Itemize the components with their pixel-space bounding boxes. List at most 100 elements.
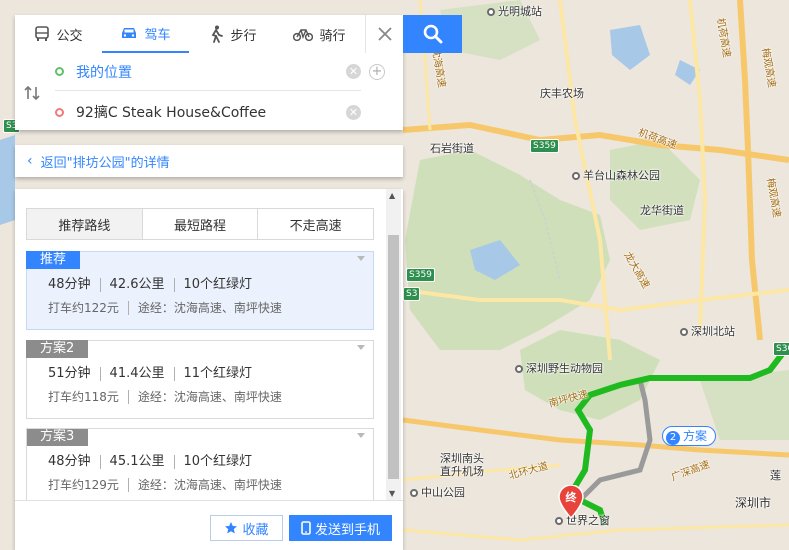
bike-icon: [293, 29, 314, 41]
poi-icon: [487, 8, 495, 16]
map-label-text: 中山公园: [421, 486, 465, 499]
add-waypoint-button[interactable]: +: [369, 63, 385, 80]
results-scrollbar[interactable]: ▲ ▼: [386, 189, 401, 500]
map-label-text: 光明城站: [498, 5, 542, 18]
plan-stats: 48分钟 42.6公里 10个红绿灯: [48, 278, 261, 292]
plan-badge: 方案3: [27, 429, 89, 446]
scroll-thumb[interactable]: [388, 235, 399, 479]
scroll-up-icon[interactable]: ▲: [389, 191, 395, 200]
poi-icon: [680, 328, 688, 336]
map-label: 石岩街道: [430, 142, 474, 155]
plan-distance: 42.6公里: [99, 278, 174, 292]
map-label: 莲: [770, 469, 781, 482]
plan-distance: 41.4公里: [99, 367, 174, 381]
map-label: 深圳市: [735, 496, 772, 510]
chevron-left-icon: ‹: [27, 153, 33, 169]
route-strategy-tabs: 推荐路线 最短路程 不走高速: [26, 208, 374, 240]
send-label: 发送到手机: [314, 522, 380, 538]
map-label: 深圳南头直升机场: [440, 452, 484, 478]
tab-label: 驾车: [144, 27, 171, 43]
plan-time: 48分钟: [48, 277, 91, 292]
plan-traffic-lights: 10个红绿灯: [173, 455, 262, 469]
plan-badge: 方案2: [26, 340, 89, 358]
route-search-panel: 公交 驾车 步行 骑行 我的位置 ✕ + 92摛C Steak House&Co…: [15, 15, 403, 130]
route-end-marker[interactable]: 终: [558, 484, 584, 520]
star-icon: [225, 522, 238, 534]
tab-recommended[interactable]: 推荐路线: [27, 209, 142, 239]
expand-caret-icon[interactable]: [357, 433, 365, 438]
map-label: 龙华街道: [640, 204, 684, 217]
search-button[interactable]: [403, 15, 462, 53]
tab-label: 骑行: [319, 28, 346, 44]
plan-taxi-fare: 打车约122元: [48, 301, 119, 315]
results-action-bar: 收藏 发送到手机: [15, 500, 403, 550]
map-label-text: 深圳北站: [691, 325, 735, 338]
plan-traffic-lights: 10个红绿灯: [173, 278, 262, 292]
plan-tag-label: 方案: [683, 429, 708, 443]
swap-direction-button[interactable]: [23, 85, 41, 104]
tab-bike[interactable]: 骑行: [276, 15, 363, 53]
road-shield: S359: [530, 139, 559, 153]
bus-icon: [35, 26, 50, 41]
plan-stats: 51分钟 41.4公里 11个红绿灯: [48, 367, 261, 381]
plan-traffic-lights: 11个红绿灯: [173, 367, 262, 381]
favorite-button[interactable]: 收藏: [210, 515, 283, 541]
plan-distance: 45.1公里: [99, 455, 174, 469]
start-dot-icon: [55, 67, 64, 76]
map-label: 羊台山森林公园: [572, 167, 660, 183]
road-shield: S30: [773, 342, 789, 356]
map-label-text: 深圳野生动物园: [526, 362, 603, 375]
expand-caret-icon[interactable]: [357, 345, 365, 350]
expand-caret-icon[interactable]: [357, 256, 365, 261]
back-link-text: 返回"排坊公园"的详情: [40, 155, 170, 171]
plan-badge: 推荐: [26, 251, 81, 269]
send-to-phone-button[interactable]: 发送到手机: [289, 515, 392, 541]
tab-shortest[interactable]: 最短路程: [141, 209, 258, 239]
map-label: 光明城站: [487, 3, 542, 19]
tab-label: 公交: [56, 28, 83, 44]
clear-start-button[interactable]: ✕: [346, 64, 361, 79]
clear-end-button[interactable]: ✕: [346, 104, 361, 120]
tab-bus[interactable]: 公交: [15, 15, 102, 53]
scroll-down-icon[interactable]: ▼: [389, 489, 395, 498]
back-to-details-link[interactable]: ‹ 返回"排坊公园"的详情: [15, 145, 403, 177]
route-plan-card[interactable]: 方案3 48分钟 45.1公里 10个红绿灯 打车约129元 途经：沈海高速、南…: [26, 428, 374, 500]
poi-icon: [410, 489, 418, 497]
swap-icon: [24, 85, 40, 101]
search-icon: [423, 24, 442, 44]
end-marker-label: 终: [565, 491, 577, 504]
travel-mode-tabs: 公交 驾车 步行 骑行: [15, 15, 365, 53]
road-shield: S359: [406, 268, 435, 282]
map-label: 深圳野生动物园: [515, 360, 603, 376]
route-results-panel: 推荐路线 最短路程 不走高速 推荐 48分钟 42.6公里 10个红绿灯 打车约…: [15, 189, 403, 550]
tab-walk[interactable]: 步行: [189, 15, 276, 53]
plan-time: 48分钟: [48, 454, 91, 469]
tab-label: 步行: [230, 28, 257, 44]
plan-stats: 48分钟 45.1公里 10个红绿灯: [48, 455, 261, 469]
walk-icon: [212, 25, 224, 43]
plan-details: 打车约129元 途经：沈海高速、南坪快速: [48, 478, 291, 492]
end-dot-icon: [55, 107, 64, 117]
close-button[interactable]: [365, 15, 403, 53]
end-point-field[interactable]: 92摛C Steak House&Coffee ✕: [55, 93, 361, 131]
route-plan-card[interactable]: 方案2 51分钟 41.4公里 11个红绿灯 打车约118元 途经：沈海高速、南…: [26, 340, 374, 419]
tab-no-highway[interactable]: 不走高速: [257, 209, 373, 239]
close-icon: [377, 27, 392, 41]
plan-number: 2: [666, 431, 680, 445]
map-label-text: 羊台山森林公园: [583, 169, 660, 182]
plan-via: 途经：沈海高速、南坪快速: [127, 478, 291, 492]
map-label: 中山公园: [410, 484, 465, 500]
tab-car[interactable]: 驾车: [102, 15, 189, 53]
poi-icon: [515, 365, 523, 373]
route-plan-card[interactable]: 推荐 48分钟 42.6公里 10个红绿灯 打车约122元 途经：沈海高速、南坪…: [26, 251, 374, 330]
plan-time: 51分钟: [48, 366, 91, 381]
plan-details: 打车约118元 途经：沈海高速、南坪快速: [48, 390, 291, 404]
end-point-value: 92摛C Steak House&Coffee: [76, 105, 267, 121]
start-point-value: 我的位置: [76, 64, 132, 81]
road-shield: S3: [403, 287, 421, 301]
car-icon: [122, 28, 137, 38]
plan-taxi-fare: 打车约118元: [48, 390, 119, 404]
start-point-field[interactable]: 我的位置 ✕ +: [55, 53, 385, 91]
plan-via: 途经：沈海高速、南坪快速: [127, 301, 291, 315]
map-plan-tag[interactable]: 2 方案: [662, 426, 717, 446]
